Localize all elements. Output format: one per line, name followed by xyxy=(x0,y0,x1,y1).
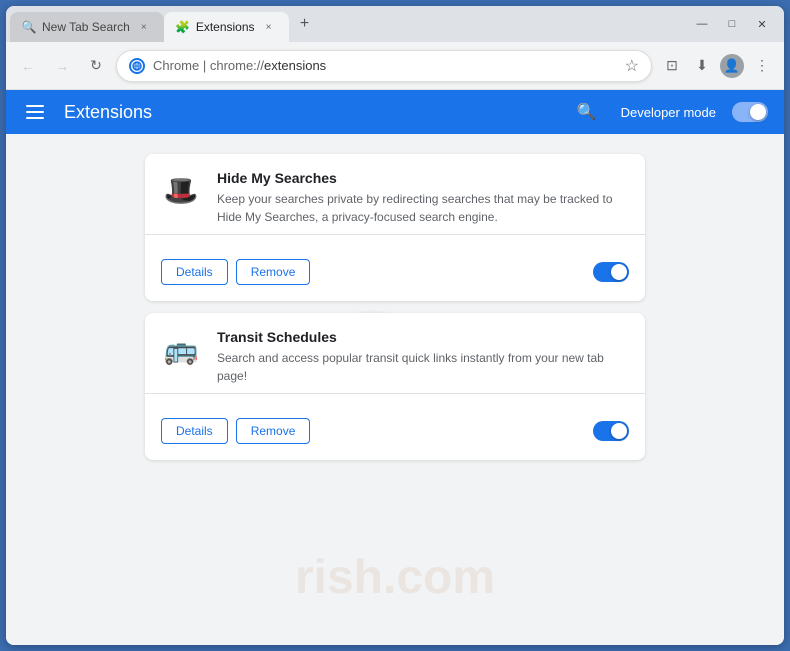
url-display[interactable]: Chrome | chrome://extensions xyxy=(153,58,617,73)
address-bar: ← → ↻ Chrome | chrome://extensions ☆ ⊡ ⬇… xyxy=(6,42,784,90)
extensions-search-icon[interactable]: 🔍 xyxy=(577,102,597,122)
extension-name-2: Transit Schedules xyxy=(217,329,629,345)
extension-icon-bus: 🚌 xyxy=(161,329,201,369)
tab-label: New Tab Search xyxy=(42,20,130,34)
avatar-icon: 👤 xyxy=(720,54,744,78)
details-button-2[interactable]: Details xyxy=(161,418,228,444)
hamburger-line-2 xyxy=(26,111,44,113)
window-controls: — □ ✕ xyxy=(684,6,780,42)
tab-strip: 🔍 New Tab Search × 🧩 Extensions × + xyxy=(10,6,684,42)
extension-toggle-1[interactable] xyxy=(593,262,629,282)
maximize-button[interactable]: □ xyxy=(718,10,746,38)
extension-toggle-knob-1 xyxy=(611,264,627,280)
extension-card-header-2: 🚌 Transit Schedules Search and access po… xyxy=(161,329,629,385)
extension-footer-2: Details Remove xyxy=(161,418,629,444)
extensions-page-title: Extensions xyxy=(64,102,561,123)
extension-card-header: 🎩 Hide My Searches Keep your searches pr… xyxy=(161,170,629,226)
minimize-button[interactable]: — xyxy=(688,10,716,38)
extension-toggle-knob-2 xyxy=(611,423,627,439)
omnibox[interactable]: Chrome | chrome://extensions ☆ xyxy=(116,50,652,82)
extensions-header: Extensions 🔍 Developer mode xyxy=(6,90,784,134)
url-scheme: Chrome | chrome:// xyxy=(153,58,264,73)
card-bottom-2: Details Remove xyxy=(161,394,629,444)
refresh-button[interactable]: ↻ xyxy=(82,52,110,80)
remove-button-1[interactable]: Remove xyxy=(236,259,311,285)
developer-mode-toggle[interactable] xyxy=(732,102,768,122)
extension-info: Hide My Searches Keep your searches priv… xyxy=(217,170,629,226)
remove-button-2[interactable]: Remove xyxy=(236,418,311,444)
close-button[interactable]: ✕ xyxy=(748,10,776,38)
tab-extensions-close-button[interactable]: × xyxy=(261,19,277,35)
extension-footer: Details Remove xyxy=(161,259,629,285)
tab-extensions[interactable]: 🧩 Extensions × xyxy=(164,12,289,42)
screenshot-icon[interactable]: ⊡ xyxy=(658,52,686,80)
tab-new-tab-search[interactable]: 🔍 New Tab Search × xyxy=(10,12,164,42)
security-icon xyxy=(129,58,145,74)
extension-description: Keep your searches private by redirectin… xyxy=(217,190,629,226)
details-button-1[interactable]: Details xyxy=(161,259,228,285)
developer-mode-label: Developer mode xyxy=(621,105,716,120)
browser-window: 🔍 New Tab Search × 🧩 Extensions × + — □ … xyxy=(6,6,784,645)
back-button[interactable]: ← xyxy=(14,52,42,80)
title-bar: 🔍 New Tab Search × 🧩 Extensions × + — □ … xyxy=(6,6,784,42)
bookmark-star-icon[interactable]: ☆ xyxy=(625,56,639,76)
hamburger-menu-button[interactable] xyxy=(22,101,48,123)
forward-button[interactable]: → xyxy=(48,52,76,80)
extensions-tab-icon: 🧩 xyxy=(176,20,190,34)
download-icon[interactable]: ⬇ xyxy=(688,52,716,80)
extension-name: Hide My Searches xyxy=(217,170,629,186)
toolbar-icons: ⊡ ⬇ 👤 ⋮ xyxy=(658,52,776,80)
hamburger-line-1 xyxy=(26,105,44,107)
card-bottom: Details Remove xyxy=(161,235,629,285)
extension-card-hide-my-searches: 🎩 Hide My Searches Keep your searches pr… xyxy=(145,154,645,301)
extension-card-transit-schedules: 🚌 Transit Schedules Search and access po… xyxy=(145,313,645,460)
extensions-list: 🎩 Hide My Searches Keep your searches pr… xyxy=(145,154,645,460)
hamburger-line-3 xyxy=(26,117,44,119)
avatar-button[interactable]: 👤 xyxy=(718,52,746,80)
extension-description-2: Search and access popular transit quick … xyxy=(217,349,629,385)
watermark-text: rish.com xyxy=(295,550,495,605)
tab-close-button[interactable]: × xyxy=(136,19,152,35)
tab-extensions-label: Extensions xyxy=(196,20,255,34)
new-tab-button[interactable]: + xyxy=(291,10,319,38)
url-host: extensions xyxy=(264,58,326,73)
extension-icon-hat: 🎩 xyxy=(161,170,201,210)
extension-info-2: Transit Schedules Search and access popu… xyxy=(217,329,629,385)
menu-button[interactable]: ⋮ xyxy=(748,52,776,80)
developer-mode-toggle-knob xyxy=(750,104,766,120)
search-tab-icon: 🔍 xyxy=(22,20,36,34)
extensions-content: 🔍 rish.com 🎩 Hide My Searches Keep your … xyxy=(6,134,784,645)
extension-toggle-2[interactable] xyxy=(593,421,629,441)
